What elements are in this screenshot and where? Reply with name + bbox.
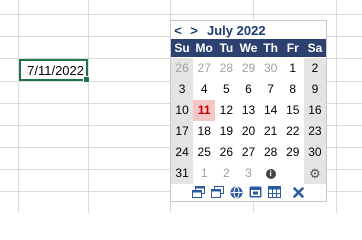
calendar-day[interactable]: 22 bbox=[282, 121, 304, 142]
calendar-day[interactable]: 7 bbox=[260, 79, 282, 100]
calendar-empty-slot bbox=[282, 163, 304, 184]
calendar-day[interactable]: 29 bbox=[282, 142, 304, 163]
weekday-label: Su bbox=[174, 41, 190, 55]
calendar-week: 17 18 19 20 21 22 23 bbox=[171, 121, 326, 142]
calendar-day[interactable]: 20 bbox=[237, 121, 259, 142]
calendar-empty-slot: ⚙ bbox=[303, 163, 326, 184]
fill-handle[interactable] bbox=[83, 76, 90, 83]
month-title[interactable]: July 2022 bbox=[207, 23, 266, 38]
calendar-day[interactable]: 2 bbox=[215, 163, 237, 184]
calendar-day[interactable]: 25 bbox=[193, 142, 215, 163]
calendar-day[interactable]: 18 bbox=[193, 121, 215, 142]
active-cell-value: 7/11/2022 bbox=[27, 62, 84, 78]
weekday-header-row: Su Mo Tu We Th Fr Sa bbox=[171, 39, 326, 57]
next-month-button[interactable]: > bbox=[187, 23, 201, 38]
calendar-day[interactable]: 16 bbox=[303, 100, 326, 121]
calendar-day[interactable]: 2 bbox=[303, 58, 326, 79]
column-divider bbox=[18, 0, 19, 213]
gear-icon[interactable]: ⚙ bbox=[309, 163, 321, 184]
calendar-day-selected[interactable]: 11 bbox=[193, 100, 216, 121]
calendar-day[interactable]: 3 bbox=[171, 79, 194, 100]
calendar-day[interactable]: 30 bbox=[260, 58, 282, 79]
calendar-day[interactable]: 17 bbox=[171, 121, 194, 142]
column-divider bbox=[88, 0, 89, 213]
globe-icon[interactable] bbox=[230, 186, 244, 199]
calendar-week: 3 4 5 6 7 8 9 bbox=[171, 79, 326, 100]
calendar-day[interactable]: 12 bbox=[215, 100, 237, 121]
calendar-day[interactable]: 13 bbox=[237, 100, 259, 121]
calendar-day[interactable]: 15 bbox=[282, 100, 304, 121]
previous-month-button[interactable]: < bbox=[171, 23, 185, 38]
calendar-day[interactable]: 5 bbox=[215, 79, 237, 100]
calendar-week: 24 25 26 27 28 29 30 bbox=[171, 142, 326, 163]
calendar-day[interactable]: 19 bbox=[215, 121, 237, 142]
calendar-grid-icon[interactable] bbox=[268, 186, 282, 199]
calendar-day[interactable]: 27 bbox=[237, 142, 259, 163]
calendar-day[interactable]: 21 bbox=[260, 121, 282, 142]
calendar-empty-slot: i bbox=[260, 163, 282, 184]
calendar-day[interactable]: 27 bbox=[193, 58, 215, 79]
restore-window-icon[interactable] bbox=[192, 186, 206, 199]
info-icon[interactable]: i bbox=[265, 168, 276, 179]
date-picker-popup: < > July 2022 Su Mo Tu We Th Fr Sa 26 27… bbox=[170, 20, 327, 202]
weekday-label: Tu bbox=[219, 41, 234, 55]
close-icon[interactable] bbox=[292, 186, 306, 199]
calendar-day[interactable]: 4 bbox=[193, 79, 215, 100]
calendar-week: 10 11 12 13 14 15 16 bbox=[171, 100, 326, 121]
calendar-day[interactable]: 1 bbox=[193, 163, 215, 184]
weekday-label: We bbox=[239, 41, 258, 55]
calendar-day[interactable]: 1 bbox=[282, 58, 304, 79]
calendar-days-grid: 26 27 28 29 30 1 2 3 4 5 6 7 8 9 10 11 1… bbox=[171, 58, 326, 184]
calendar-day[interactable]: 29 bbox=[237, 58, 259, 79]
calendar-toolbar bbox=[171, 183, 326, 201]
calendar-day[interactable]: 14 bbox=[260, 100, 282, 121]
row-divider bbox=[0, 14, 362, 15]
calendar-day[interactable]: 28 bbox=[260, 142, 282, 163]
weekday-label: Sa bbox=[307, 41, 323, 55]
calendar-day[interactable]: 23 bbox=[303, 121, 326, 142]
calendar-week: 31 1 2 3 i ⚙ bbox=[171, 163, 326, 184]
weekday-label: Mo bbox=[195, 41, 213, 55]
active-cell[interactable]: 7/11/2022 bbox=[19, 59, 90, 83]
calendar-day[interactable]: 10 bbox=[171, 100, 194, 121]
weekday-label: Th bbox=[263, 41, 278, 55]
calendar-day[interactable]: 9 bbox=[303, 79, 326, 100]
calendar-day[interactable]: 6 bbox=[237, 79, 259, 100]
calendar-day[interactable]: 8 bbox=[282, 79, 304, 100]
calendar-day[interactable]: 30 bbox=[303, 142, 326, 163]
calendar-day[interactable]: 26 bbox=[171, 58, 194, 79]
calendar-number-icon[interactable] bbox=[249, 186, 263, 199]
calendar-day[interactable]: 28 bbox=[215, 58, 237, 79]
window-icon[interactable] bbox=[211, 186, 225, 199]
calendar-day[interactable]: 24 bbox=[171, 142, 194, 163]
calendar-day[interactable]: 31 bbox=[171, 163, 194, 184]
calendar-day[interactable]: 3 bbox=[237, 163, 259, 184]
calendar-day[interactable]: 26 bbox=[215, 142, 237, 163]
weekday-label: Fr bbox=[286, 41, 299, 55]
calendar-week: 26 27 28 29 30 1 2 bbox=[171, 58, 326, 79]
calendar-header: < > July 2022 bbox=[171, 21, 326, 39]
column-divider bbox=[336, 0, 337, 213]
